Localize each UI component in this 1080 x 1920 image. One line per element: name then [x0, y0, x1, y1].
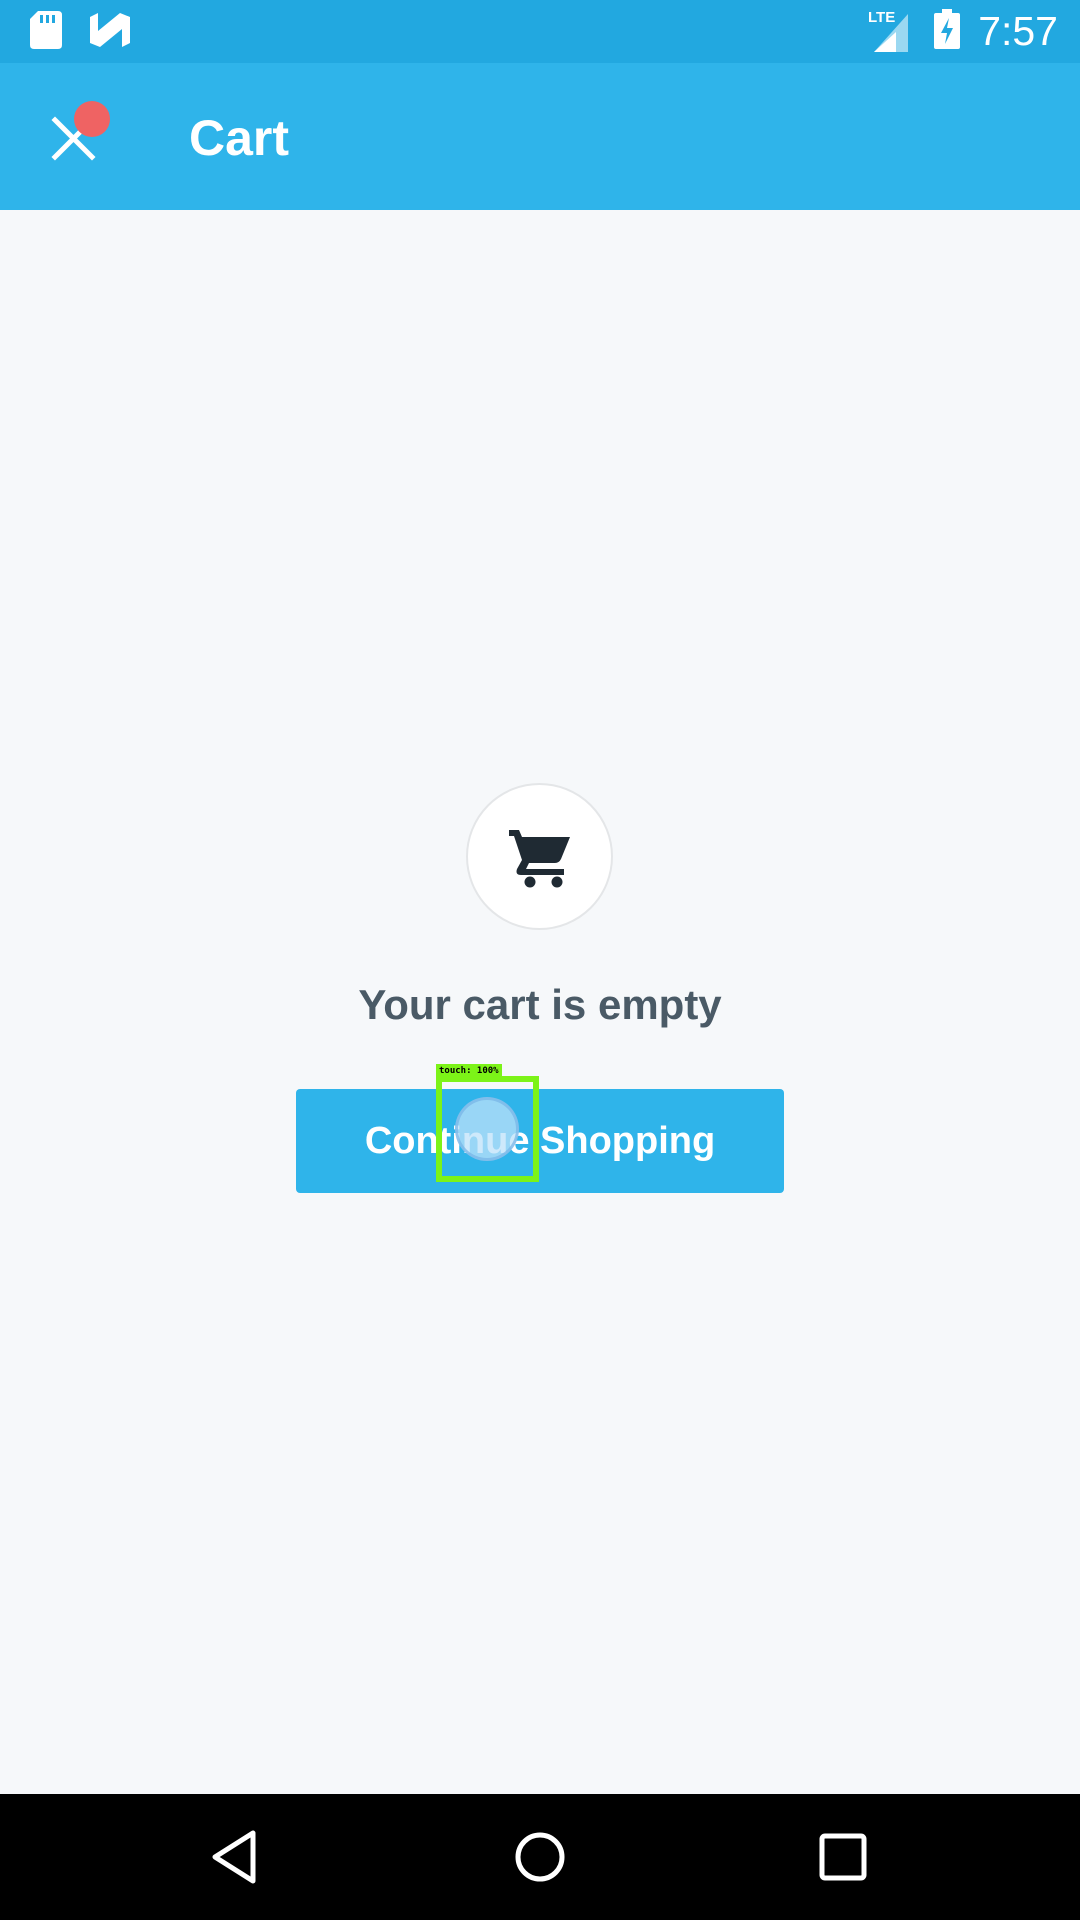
- back-icon: [212, 1830, 256, 1884]
- page-title: Cart: [189, 110, 290, 166]
- status-bar-right: LTE 7:57: [868, 0, 1058, 63]
- empty-cart-illustration: [466, 783, 613, 930]
- svg-text:LTE: LTE: [868, 9, 895, 26]
- status-bar-left: [30, 10, 130, 54]
- status-bar: LTE 7:57: [0, 0, 1080, 63]
- app-bar: [0, 63, 1080, 210]
- continue-shopping-button[interactable]: Continue Shopping: [296, 1089, 784, 1193]
- shopping-cart-icon: [508, 829, 570, 887]
- empty-cart-message: Your cart is empty: [358, 981, 722, 1028]
- clock: 7:57: [978, 8, 1058, 54]
- notification-dot: [74, 101, 110, 137]
- back-button[interactable]: [200, 1822, 270, 1892]
- recents-button[interactable]: [808, 1822, 878, 1892]
- home-icon: [515, 1832, 565, 1882]
- signal-icon: LTE: [868, 6, 916, 57]
- home-button[interactable]: [505, 1822, 575, 1892]
- battery-charging-icon: [934, 9, 961, 54]
- cart-content: Your cart is empty Continue Shopping: [0, 210, 1080, 1794]
- navigation-bar: [0, 1794, 1080, 1920]
- n-notification-icon: [90, 12, 130, 52]
- sd-card-icon: [30, 10, 62, 54]
- recents-icon: [819, 1833, 867, 1881]
- touch-point: [455, 1097, 519, 1161]
